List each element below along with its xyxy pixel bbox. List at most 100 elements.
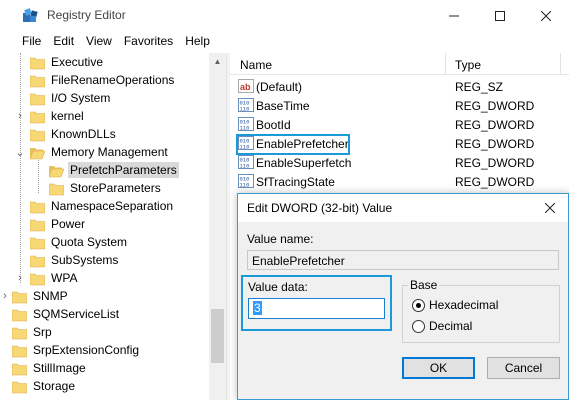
svg-text:110: 110: [240, 125, 250, 132]
string-value-icon: ab: [238, 79, 254, 93]
list-item[interactable]: 010 110 BaseTime REG_DWORD: [230, 96, 569, 115]
radio-checked-icon: [412, 298, 425, 312]
column-separator[interactable]: [445, 53, 446, 75]
registry-tree: Executive FileRenameOperations I/O Syste…: [0, 53, 226, 400]
tree-scrollbar-thumb[interactable]: [211, 309, 224, 363]
menu-favorites[interactable]: Favorites: [118, 31, 179, 51]
cancel-button[interactable]: Cancel: [487, 357, 560, 379]
tree-item-namespaceseparation[interactable]: NamespaceSeparation: [30, 197, 175, 215]
value-data-label: Value data:: [248, 280, 308, 294]
title-bar: Registry Editor: [0, 0, 569, 31]
folder-icon: [12, 345, 27, 357]
value-data-text: 3: [253, 301, 262, 315]
folder-icon: [30, 273, 45, 285]
tree-item-storeparameters[interactable]: StoreParameters: [49, 179, 163, 197]
window-title: Registry Editor: [47, 8, 126, 22]
tree-scrollbar[interactable]: ▲: [209, 53, 226, 400]
column-header-type[interactable]: Type: [455, 58, 481, 72]
svg-text:110: 110: [240, 163, 250, 170]
folder-open-icon: [49, 165, 64, 177]
maximize-icon: [495, 10, 505, 21]
edit-dword-dialog: Edit DWORD (32-bit) Value Value name: En…: [237, 193, 569, 400]
folder-icon: [30, 75, 45, 87]
highlight-outline: [236, 134, 350, 155]
folder-icon: [49, 183, 64, 195]
tree-item-snmp[interactable]: SNMP: [12, 287, 70, 305]
binary-value-icon: 010 110: [238, 117, 254, 131]
close-icon: [541, 10, 551, 21]
tree-item-wpa[interactable]: WPA: [30, 269, 79, 287]
value-name-field: EnablePrefetcher: [247, 250, 559, 270]
tree-item-srp[interactable]: Srp: [12, 323, 54, 341]
folder-icon: [12, 327, 27, 339]
binary-value-icon: 010 110: [238, 98, 254, 112]
menu-bar: File Edit View Favorites Help: [0, 31, 569, 51]
ok-button[interactable]: OK: [402, 357, 475, 379]
svg-text:110: 110: [240, 182, 250, 189]
value-name-label: Value name:: [247, 232, 314, 246]
tree-item-power[interactable]: Power: [30, 215, 87, 233]
tree-item-subsystems[interactable]: SubSystems: [30, 251, 120, 269]
expand-arrow-icon[interactable]: ›: [15, 272, 25, 284]
menu-file[interactable]: File: [16, 31, 47, 51]
tree-item-srpextensionconfig[interactable]: SrpExtensionConfig: [12, 341, 141, 359]
radio-unchecked-icon: [412, 319, 425, 333]
tree-item-storage[interactable]: Storage: [12, 377, 77, 395]
dialog-close-button[interactable]: [540, 198, 560, 218]
tree-item-knowndlls[interactable]: KnownDLLs: [30, 125, 118, 143]
column-separator[interactable]: [560, 53, 561, 75]
folder-icon: [30, 255, 45, 267]
menu-help[interactable]: Help: [179, 31, 216, 51]
folder-icon: [12, 381, 27, 393]
list-item[interactable]: ab (Default) REG_SZ: [230, 77, 569, 96]
folder-icon: [30, 57, 45, 69]
list-item[interactable]: 010 110 SfTracingState REG_DWORD: [230, 172, 569, 191]
maximize-button[interactable]: [477, 0, 523, 31]
folder-icon: [30, 129, 45, 141]
list-header: Name Type: [230, 53, 569, 75]
tree-item-stillimage[interactable]: StillImage: [12, 359, 88, 377]
minimize-icon: [449, 15, 459, 16]
folder-icon: [30, 201, 45, 213]
folder-icon: [30, 219, 45, 231]
hexadecimal-radio[interactable]: Hexadecimal: [412, 297, 498, 313]
close-icon: [545, 203, 555, 213]
value-data-input[interactable]: 3: [248, 298, 385, 319]
scroll-up-icon[interactable]: ▲: [209, 53, 226, 70]
tree-item-prefetchparameters[interactable]: PrefetchParameters: [49, 161, 179, 179]
tree-item-kernel[interactable]: kernel: [30, 107, 86, 125]
expand-arrow-icon[interactable]: ›: [15, 110, 25, 122]
list-item[interactable]: 010 110 BootId REG_DWORD: [230, 115, 569, 134]
tree-item-memory-management[interactable]: Memory Management: [30, 143, 170, 161]
binary-value-icon: 010 110: [238, 155, 254, 169]
menu-view[interactable]: View: [80, 31, 118, 51]
folder-icon: [30, 237, 45, 249]
tree-item-io-system[interactable]: I/O System: [30, 89, 112, 107]
base-label: Base: [408, 278, 440, 292]
tree-item-sqmservicelist[interactable]: SQMServiceList: [12, 305, 121, 323]
close-window-button[interactable]: [523, 0, 569, 31]
tree-item-executive[interactable]: Executive: [30, 53, 105, 71]
dialog-title: Edit DWORD (32-bit) Value: [247, 201, 393, 215]
folder-icon: [30, 111, 45, 123]
binary-value-icon: 010 110: [238, 174, 254, 188]
dialog-title-bar: Edit DWORD (32-bit) Value: [238, 194, 568, 222]
collapse-arrow-icon[interactable]: ⌄: [15, 146, 25, 159]
tree-item-quota-system[interactable]: Quota System: [30, 233, 129, 251]
tree-item-filerenameoperations[interactable]: FileRenameOperations: [30, 71, 176, 89]
folder-icon: [30, 93, 45, 105]
svg-text:ab: ab: [240, 82, 251, 92]
base-group: [402, 285, 560, 343]
list-item[interactable]: 010 110 EnableSuperfetch REG_DWORD: [230, 153, 569, 172]
folder-open-icon: [30, 147, 45, 159]
window-controls: [431, 0, 569, 31]
folder-icon: [12, 309, 27, 321]
menu-edit[interactable]: Edit: [47, 31, 80, 51]
registry-editor-icon: [23, 8, 38, 22]
column-header-name[interactable]: Name: [240, 58, 272, 72]
expand-arrow-icon[interactable]: ›: [0, 290, 10, 302]
folder-icon: [12, 363, 27, 375]
folder-icon: [12, 291, 27, 303]
minimize-button[interactable]: [431, 0, 477, 31]
decimal-radio[interactable]: Decimal: [412, 318, 472, 334]
